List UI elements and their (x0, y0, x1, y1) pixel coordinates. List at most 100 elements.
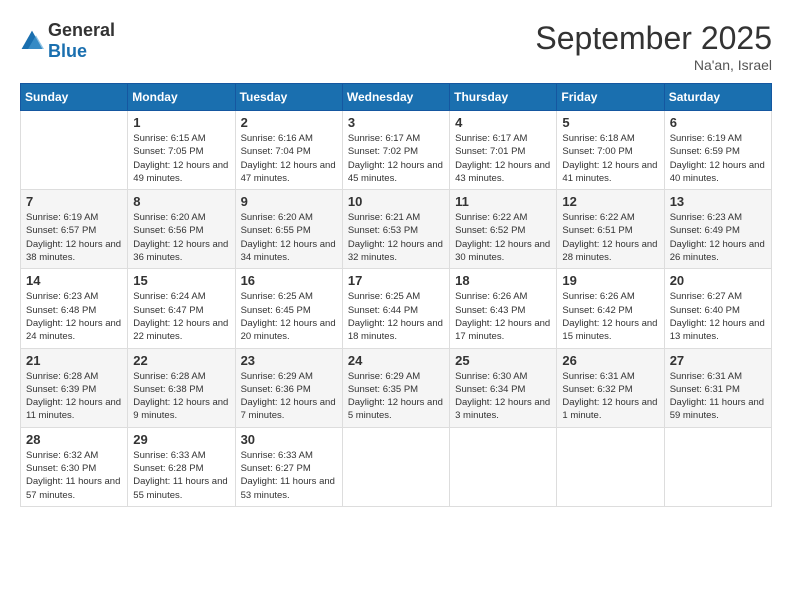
day-info: Sunrise: 6:31 AMSunset: 6:31 PMDaylight:… (670, 370, 766, 423)
day-header: Friday (557, 84, 664, 111)
day-info: Sunrise: 6:30 AMSunset: 6:34 PMDaylight:… (455, 370, 551, 423)
day-number: 2 (241, 115, 337, 130)
month-title: September 2025 (535, 20, 772, 57)
day-info: Sunrise: 6:25 AMSunset: 6:44 PMDaylight:… (348, 290, 444, 343)
day-number: 27 (670, 353, 766, 368)
day-header: Saturday (664, 84, 771, 111)
calendar-cell (664, 427, 771, 506)
day-number: 16 (241, 273, 337, 288)
day-info: Sunrise: 6:19 AMSunset: 6:59 PMDaylight:… (670, 132, 766, 185)
day-header: Tuesday (235, 84, 342, 111)
day-number: 24 (348, 353, 444, 368)
day-info: Sunrise: 6:33 AMSunset: 6:28 PMDaylight:… (133, 449, 229, 502)
day-number: 26 (562, 353, 658, 368)
calendar: SundayMondayTuesdayWednesdayThursdayFrid… (20, 83, 772, 507)
day-info: Sunrise: 6:29 AMSunset: 6:36 PMDaylight:… (241, 370, 337, 423)
calendar-cell: 11 Sunrise: 6:22 AMSunset: 6:52 PMDayligh… (450, 190, 557, 269)
calendar-cell: 12Sunrise: 6:22 AMSunset: 6:51 PMDayligh… (557, 190, 664, 269)
day-number: 23 (241, 353, 337, 368)
day-info: Sunrise: 6:28 AMSunset: 6:39 PMDaylight:… (26, 370, 122, 423)
calendar-cell: 16 Sunrise: 6:25 AMSunset: 6:45 PMDayligh… (235, 269, 342, 348)
calendar-cell: 26 Sunrise: 6:31 AMSunset: 6:32 PMDayligh… (557, 348, 664, 427)
day-number: 29 (133, 432, 229, 447)
day-info: Sunrise: 6:22 AMSunset: 6:52 PMDaylight:… (455, 211, 551, 264)
calendar-cell (21, 111, 128, 190)
calendar-cell: 28 Sunrise: 6:32 AMSunset: 6:30 PMDayligh… (21, 427, 128, 506)
calendar-cell: 9 Sunrise: 6:20 AMSunset: 6:55 PMDaylight… (235, 190, 342, 269)
calendar-cell: 19 Sunrise: 6:26 AMSunset: 6:42 PMDayligh… (557, 269, 664, 348)
day-info: Sunrise: 6:31 AMSunset: 6:32 PMDaylight:… (562, 370, 658, 423)
calendar-cell: 30 Sunrise: 6:33 AMSunset: 6:27 PMDayligh… (235, 427, 342, 506)
calendar-cell: 8 Sunrise: 6:20 AMSunset: 6:56 PMDaylight… (128, 190, 235, 269)
calendar-week-row: 7 Sunrise: 6:19 AMSunset: 6:57 PMDaylight… (21, 190, 772, 269)
logo-text: General Blue (48, 20, 115, 62)
location: Na'an, Israel (535, 57, 772, 73)
day-info: Sunrise: 6:26 AMSunset: 6:43 PMDaylight:… (455, 290, 551, 343)
calendar-cell: 22 Sunrise: 6:28 AMSunset: 6:38 PMDayligh… (128, 348, 235, 427)
day-info: Sunrise: 6:33 AMSunset: 6:27 PMDaylight:… (241, 449, 337, 502)
day-info: Sunrise: 6:25 AMSunset: 6:45 PMDaylight:… (241, 290, 337, 343)
day-number: 13 (670, 194, 766, 209)
day-info: Sunrise: 6:29 AMSunset: 6:35 PMDaylight:… (348, 370, 444, 423)
day-info: Sunrise: 6:32 AMSunset: 6:30 PMDaylight:… (26, 449, 122, 502)
logo-icon (20, 29, 44, 53)
day-number: 1 (133, 115, 229, 130)
calendar-cell: 7 Sunrise: 6:19 AMSunset: 6:57 PMDaylight… (21, 190, 128, 269)
day-info: Sunrise: 6:28 AMSunset: 6:38 PMDaylight:… (133, 370, 229, 423)
calendar-cell: 2 Sunrise: 6:16 AMSunset: 7:04 PMDaylight… (235, 111, 342, 190)
calendar-cell: 20 Sunrise: 6:27 AMSunset: 6:40 PMDayligh… (664, 269, 771, 348)
day-number: 9 (241, 194, 337, 209)
day-info: Sunrise: 6:18 AMSunset: 7:00 PMDaylight:… (562, 132, 658, 185)
day-info: Sunrise: 6:17 AMSunset: 7:02 PMDaylight:… (348, 132, 444, 185)
day-info: Sunrise: 6:19 AMSunset: 6:57 PMDaylight:… (26, 211, 122, 264)
day-info: Sunrise: 6:17 AMSunset: 7:01 PMDaylight:… (455, 132, 551, 185)
day-header: Thursday (450, 84, 557, 111)
day-number: 6 (670, 115, 766, 130)
calendar-cell: 1Sunrise: 6:15 AMSunset: 7:05 PMDaylight… (128, 111, 235, 190)
calendar-cell: 18 Sunrise: 6:26 AMSunset: 6:43 PMDayligh… (450, 269, 557, 348)
logo-general: General (48, 20, 115, 40)
day-number: 19 (562, 273, 658, 288)
day-number: 10 (348, 194, 444, 209)
calendar-cell: 21 Sunrise: 6:28 AMSunset: 6:39 PMDayligh… (21, 348, 128, 427)
day-number: 30 (241, 432, 337, 447)
day-number: 17 (348, 273, 444, 288)
calendar-week-row: 28 Sunrise: 6:32 AMSunset: 6:30 PMDayligh… (21, 427, 772, 506)
calendar-header-row: SundayMondayTuesdayWednesdayThursdayFrid… (21, 84, 772, 111)
day-number: 8 (133, 194, 229, 209)
logo: General Blue (20, 20, 115, 62)
day-number: 15 (133, 273, 229, 288)
calendar-cell: 13 Sunrise: 6:23 AMSunset: 6:49 PMDayligh… (664, 190, 771, 269)
day-number: 11 (455, 194, 551, 209)
day-info: Sunrise: 6:26 AMSunset: 6:42 PMDaylight:… (562, 290, 658, 343)
day-number: 18 (455, 273, 551, 288)
day-number: 21 (26, 353, 122, 368)
day-header: Wednesday (342, 84, 449, 111)
calendar-cell: 6 Sunrise: 6:19 AMSunset: 6:59 PMDaylight… (664, 111, 771, 190)
day-number: 14 (26, 273, 122, 288)
day-number: 22 (133, 353, 229, 368)
calendar-cell: 23 Sunrise: 6:29 AMSunset: 6:36 PMDayligh… (235, 348, 342, 427)
day-number: 25 (455, 353, 551, 368)
calendar-cell: 10Sunrise: 6:21 AMSunset: 6:53 PMDayligh… (342, 190, 449, 269)
day-info: Sunrise: 6:20 AMSunset: 6:56 PMDaylight:… (133, 211, 229, 264)
day-number: 7 (26, 194, 122, 209)
day-header: Sunday (21, 84, 128, 111)
calendar-week-row: 21 Sunrise: 6:28 AMSunset: 6:39 PMDayligh… (21, 348, 772, 427)
day-info: Sunrise: 6:23 AMSunset: 6:49 PMDaylight:… (670, 211, 766, 264)
day-info: Sunrise: 6:24 AMSunset: 6:47 PMDaylight:… (133, 290, 229, 343)
day-number: 4 (455, 115, 551, 130)
day-number: 5 (562, 115, 658, 130)
day-number: 20 (670, 273, 766, 288)
calendar-cell: 15 Sunrise: 6:24 AMSunset: 6:47 PMDayligh… (128, 269, 235, 348)
calendar-cell: 5 Sunrise: 6:18 AMSunset: 7:00 PMDaylight… (557, 111, 664, 190)
day-number: 3 (348, 115, 444, 130)
day-info: Sunrise: 6:16 AMSunset: 7:04 PMDaylight:… (241, 132, 337, 185)
title-section: September 2025 Na'an, Israel (535, 20, 772, 73)
day-info: Sunrise: 6:20 AMSunset: 6:55 PMDaylight:… (241, 211, 337, 264)
day-info: Sunrise: 6:27 AMSunset: 6:40 PMDaylight:… (670, 290, 766, 343)
logo-blue: Blue (48, 41, 87, 61)
page-header: General Blue September 2025 Na'an, Israe… (20, 20, 772, 73)
day-number: 28 (26, 432, 122, 447)
day-info: Sunrise: 6:23 AMSunset: 6:48 PMDaylight:… (26, 290, 122, 343)
